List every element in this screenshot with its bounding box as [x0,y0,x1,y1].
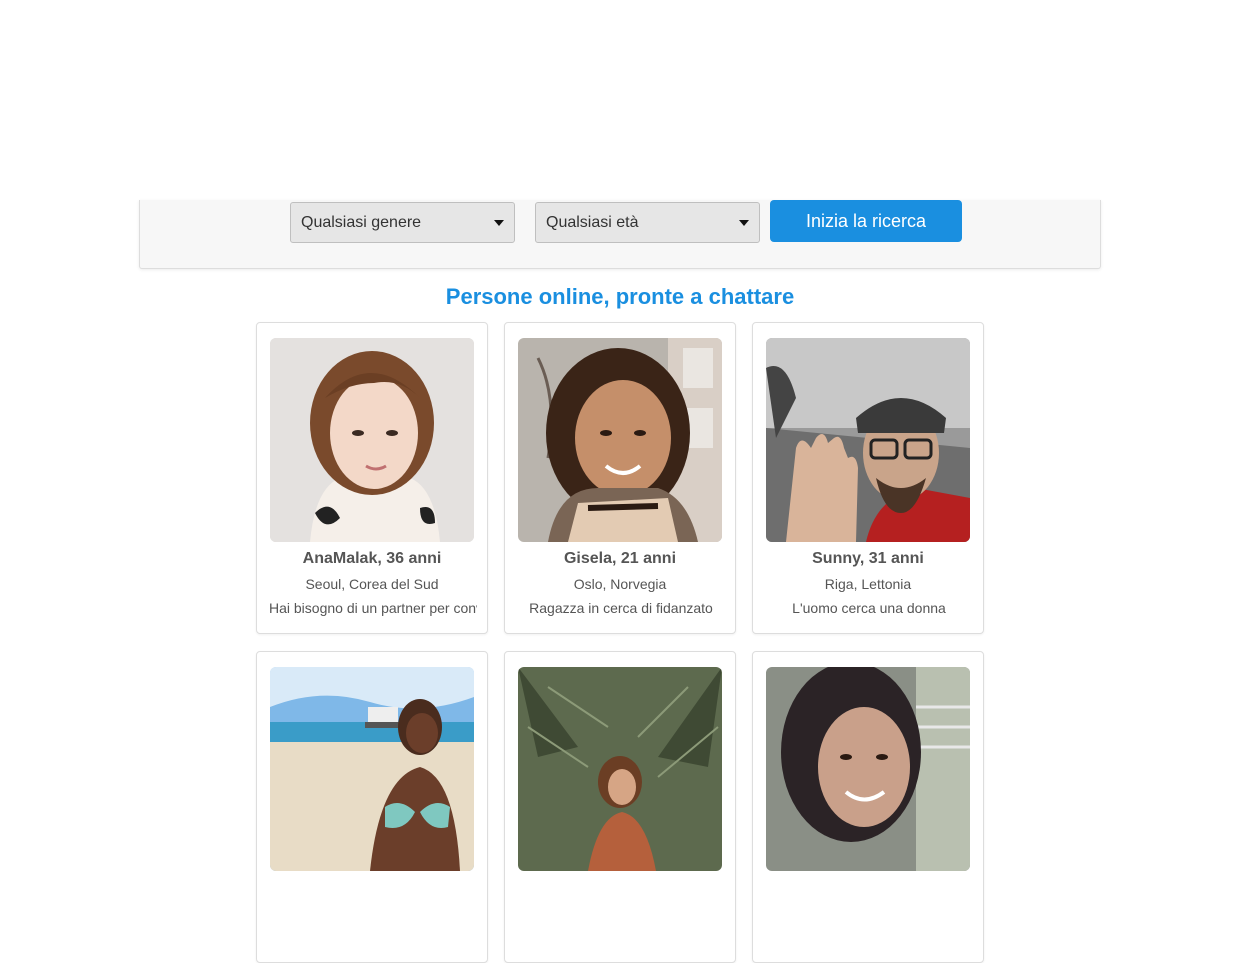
search-panel: Qualsiasi genere Qualsiasi età Inizia la… [139,200,1101,269]
profile-description: Hai bisogno di un partner per conversare [269,600,477,616]
caret-down-icon [494,220,504,226]
profile-location: Seoul, Corea del Sud [305,576,439,592]
profile-card[interactable]: Sunny, 31 anni Riga, Lettonia L'uomo cer… [752,322,984,634]
profile-name: Sunny, 31 anni [812,550,924,567]
profile-photo[interactable] [518,667,722,871]
profile-card[interactable] [504,651,736,963]
profile-card[interactable] [752,651,984,963]
profile-photo[interactable] [270,667,474,871]
profile-name: Gisela, 21 anni [563,550,677,567]
profile-photo[interactable] [766,338,970,542]
gender-select[interactable]: Qualsiasi genere [290,202,515,243]
top-blank-area [0,0,1240,200]
profile-card[interactable]: Gisela, 21 anni Oslo, Norvegia Ragazza i… [504,322,736,634]
profile-location: Oslo, Norvegia [573,576,667,592]
profile-description: L'uomo cerca una donna [792,600,946,616]
profile-photo[interactable] [270,338,474,542]
age-select-value: Qualsiasi età [546,214,639,231]
profile-name: AnaMalak, 36 anni [302,550,442,567]
profile-description: Ragazza in cerca di fidanzato [529,600,713,616]
profile-photo[interactable] [766,667,970,871]
profile-card[interactable] [256,651,488,963]
gender-select-value: Qualsiasi genere [301,214,422,231]
start-search-button[interactable]: Inizia la ricerca [770,200,962,242]
section-title: Persone online, pronte a chattare [445,284,795,309]
profile-card[interactable]: AnaMalak, 36 anni Seoul, Corea del Sud H… [256,322,488,634]
profile-photo[interactable] [518,338,722,542]
profile-location: Riga, Lettonia [824,576,912,592]
caret-down-icon [739,220,749,226]
age-select[interactable]: Qualsiasi età [535,202,760,243]
